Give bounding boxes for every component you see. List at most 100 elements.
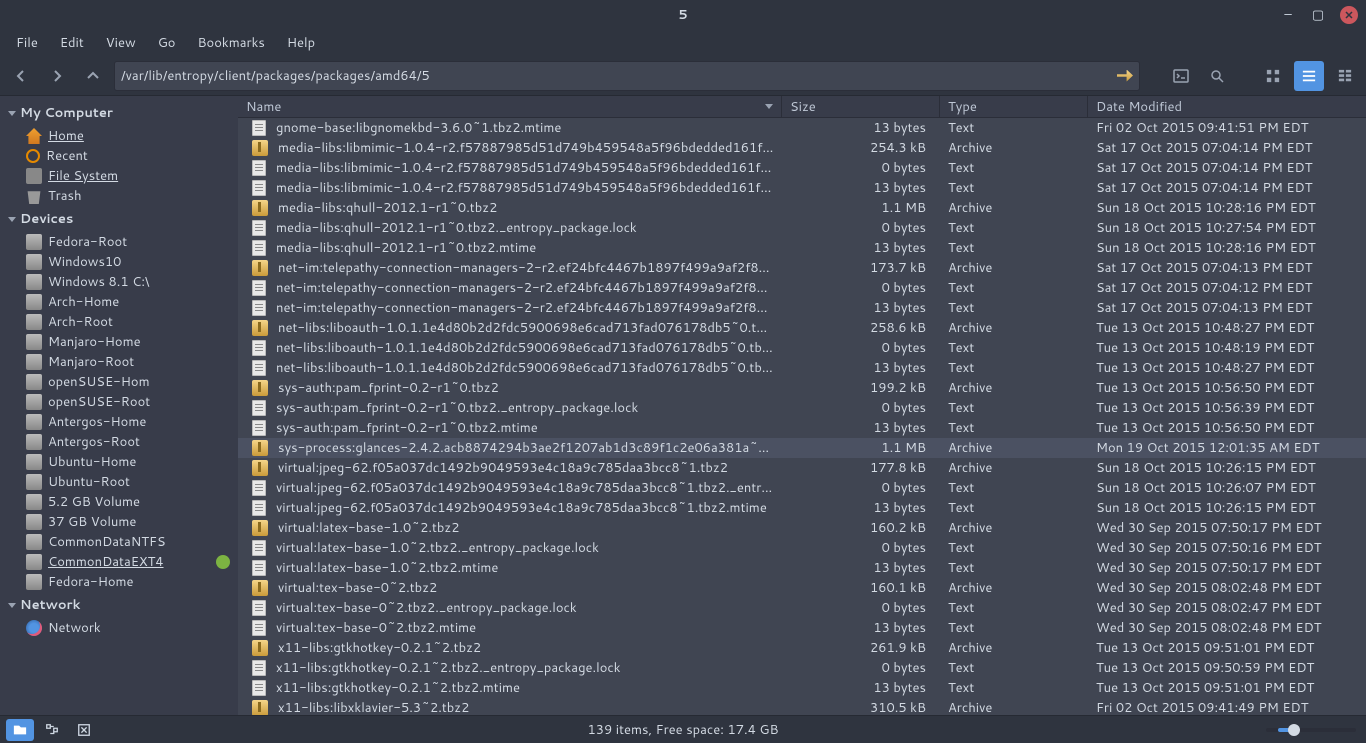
sidebar-section-devices[interactable]: Devices	[0, 206, 238, 232]
sidebar-item-file-system[interactable]: File System	[0, 166, 238, 186]
back-button[interactable]	[6, 61, 36, 91]
file-row[interactable]: media-libs:qhull-2012.1-r1~0.tbz2._entro…	[238, 218, 1366, 238]
sidebar-item-5-2-gb-volume[interactable]: 5.2 GB Volume	[0, 492, 238, 512]
file-date: Sat 17 Oct 2015 07:04:13 PM EDT	[1088, 259, 1366, 277]
file-row[interactable]: sys-process:glances-2.4.2.acb8874294b3ae…	[238, 438, 1366, 458]
sidebar-item-antergos-root[interactable]: Antergos-Root	[0, 432, 238, 452]
file-row[interactable]: x11-libs:gtkhotkey-0.2.1~2.tbz2._entropy…	[238, 658, 1366, 678]
sidebar-section-network[interactable]: Network	[0, 592, 238, 618]
drive-icon	[26, 434, 42, 450]
file-type: Text	[940, 299, 1088, 317]
file-size: 13 bytes	[782, 679, 940, 697]
sidebar-item-ubuntu-home[interactable]: Ubuntu-Home	[0, 452, 238, 472]
menu-bookmarks[interactable]: Bookmarks	[187, 31, 274, 55]
sidebar-item-commondatantfs[interactable]: CommonDataNTFS	[0, 532, 238, 552]
view-icons-button[interactable]	[1258, 61, 1288, 91]
sidebar-item-ubuntu-root[interactable]: Ubuntu-Root	[0, 472, 238, 492]
file-row[interactable]: x11-libs:libxklavier-5.3~2.tbz2310.5 kBA…	[238, 698, 1366, 715]
file-rows[interactable]: gnome-base:libgnomekbd-3.6.0~1.tbz2.mtim…	[238, 118, 1366, 715]
column-date[interactable]: Date Modified	[1088, 96, 1366, 117]
file-size: 160.2 kB	[782, 519, 940, 537]
menu-view[interactable]: View	[96, 31, 146, 55]
sidebar-item-antergos-home[interactable]: Antergos-Home	[0, 412, 238, 432]
show-places-button[interactable]	[6, 719, 34, 741]
eject-icon[interactable]	[216, 555, 230, 569]
column-type[interactable]: Type	[940, 96, 1088, 117]
file-row[interactable]: virtual:tex-base-0~2.tbz2._entropy_packa…	[238, 598, 1366, 618]
location-input[interactable]	[121, 67, 1117, 85]
sidebar-item-trash[interactable]: Trash	[0, 186, 238, 206]
file-row[interactable]: virtual:jpeg-62.f05a037dc1492b9049593e4c…	[238, 478, 1366, 498]
location-bar[interactable]	[114, 61, 1140, 91]
file-row[interactable]: x11-libs:gtkhotkey-0.2.1~2.tbz2261.9 kBA…	[238, 638, 1366, 658]
column-size[interactable]: Size	[782, 96, 940, 117]
file-row[interactable]: virtual:latex-base-1.0~2.tbz2160.2 kBArc…	[238, 518, 1366, 538]
close-button[interactable]: ✕	[1340, 6, 1358, 24]
maximize-button[interactable]: ▢	[1310, 7, 1326, 23]
view-compact-button[interactable]	[1330, 61, 1360, 91]
file-date: Tue 13 Oct 2015 10:56:50 PM EDT	[1088, 419, 1366, 437]
sidebar-item-arch-root[interactable]: Arch-Root	[0, 312, 238, 332]
sidebar-item-arch-home[interactable]: Arch-Home	[0, 292, 238, 312]
file-row[interactable]: gnome-base:libgnomekbd-3.6.0~1.tbz2.mtim…	[238, 118, 1366, 138]
file-row[interactable]: virtual:latex-base-1.0~2.tbz2._entropy_p…	[238, 538, 1366, 558]
sidebar-item-manjaro-root[interactable]: Manjaro-Root	[0, 352, 238, 372]
sidebar-item-label: 5.2 GB Volume	[48, 493, 230, 511]
file-row[interactable]: sys-auth:pam_fprint-0.2-r1~0.tbz2199.2 k…	[238, 378, 1366, 398]
sidebar-item-fedora-home[interactable]: Fedora-Home	[0, 572, 238, 592]
drive-icon	[26, 334, 42, 350]
sidebar-item-recent[interactable]: Recent	[0, 146, 238, 166]
close-sidebar-button[interactable]	[70, 719, 98, 741]
file-row[interactable]: virtual:tex-base-0~2.tbz2.mtime13 bytesT…	[238, 618, 1366, 638]
sidebar-item-commondataext4[interactable]: CommonDataEXT4	[0, 552, 238, 572]
file-row[interactable]: sys-auth:pam_fprint-0.2-r1~0.tbz2.mtime1…	[238, 418, 1366, 438]
sidebar-item-opensuse-hom[interactable]: openSUSE-Hom	[0, 372, 238, 392]
sidebar-item-fedora-root[interactable]: Fedora-Root	[0, 232, 238, 252]
sidebar-item-label: Fedora-Root	[48, 233, 230, 251]
file-row[interactable]: net-libs:liboauth-1.0.1.1e4d80b2d2fdc590…	[238, 318, 1366, 338]
file-row[interactable]: media-libs:libmimic-1.0.4-r2.f57887985d5…	[238, 138, 1366, 158]
file-row[interactable]: virtual:jpeg-62.f05a037dc1492b9049593e4c…	[238, 458, 1366, 478]
file-size: 13 bytes	[782, 119, 940, 137]
drive-icon	[26, 554, 42, 570]
sidebar-item-windows10[interactable]: Windows10	[0, 252, 238, 272]
file-type: Text	[940, 419, 1088, 437]
menu-edit[interactable]: Edit	[50, 31, 94, 55]
file-row[interactable]: virtual:jpeg-62.f05a037dc1492b9049593e4c…	[238, 498, 1366, 518]
file-row[interactable]: virtual:tex-base-0~2.tbz2160.1 kBArchive…	[238, 578, 1366, 598]
sidebar-item-37-gb-volume[interactable]: 37 GB Volume	[0, 512, 238, 532]
drive-icon	[26, 374, 42, 390]
sidebar-item-opensuse-root[interactable]: openSUSE-Root	[0, 392, 238, 412]
zoom-slider[interactable]	[1266, 728, 1356, 732]
file-row[interactable]: net-libs:liboauth-1.0.1.1e4d80b2d2fdc590…	[238, 358, 1366, 378]
file-row[interactable]: virtual:latex-base-1.0~2.tbz2.mtime13 by…	[238, 558, 1366, 578]
sidebar-section-my-computer[interactable]: My Computer	[0, 100, 238, 126]
sidebar-item-home[interactable]: Home	[0, 126, 238, 146]
file-row[interactable]: net-im:telepathy-connection-managers-2-r…	[238, 278, 1366, 298]
show-tree-button[interactable]	[38, 719, 66, 741]
file-row[interactable]: net-libs:liboauth-1.0.1.1e4d80b2d2fdc590…	[238, 338, 1366, 358]
file-row[interactable]: media-libs:qhull-2012.1-r1~0.tbz2.mtime1…	[238, 238, 1366, 258]
file-row[interactable]: media-libs:libmimic-1.0.4-r2.f57887985d5…	[238, 178, 1366, 198]
up-button[interactable]	[78, 61, 108, 91]
location-go-icon[interactable]	[1117, 70, 1133, 82]
file-row[interactable]: x11-libs:gtkhotkey-0.2.1~2.tbz2.mtime13 …	[238, 678, 1366, 698]
file-row[interactable]: media-libs:libmimic-1.0.4-r2.f57887985d5…	[238, 158, 1366, 178]
file-row[interactable]: sys-auth:pam_fprint-0.2-r1~0.tbz2._entro…	[238, 398, 1366, 418]
search-button[interactable]	[1202, 61, 1232, 91]
sidebar-item-windows-8-1-c-[interactable]: Windows 8.1 C:\	[0, 272, 238, 292]
file-row[interactable]: net-im:telepathy-connection-managers-2-r…	[238, 258, 1366, 278]
file-row[interactable]: net-im:telepathy-connection-managers-2-r…	[238, 298, 1366, 318]
column-name[interactable]: Name	[238, 96, 782, 117]
view-list-button[interactable]	[1294, 61, 1324, 91]
menu-go[interactable]: Go	[148, 31, 186, 55]
forward-button[interactable]	[42, 61, 72, 91]
menu-file[interactable]: File	[6, 31, 48, 55]
minimize-button[interactable]: –	[1280, 7, 1296, 23]
terminal-button[interactable]	[1166, 61, 1196, 91]
text-file-icon	[252, 120, 266, 136]
sidebar-item-manjaro-home[interactable]: Manjaro-Home	[0, 332, 238, 352]
sidebar-item-network[interactable]: Network	[0, 618, 238, 638]
file-row[interactable]: media-libs:qhull-2012.1-r1~0.tbz21.1 MBA…	[238, 198, 1366, 218]
menu-help[interactable]: Help	[277, 31, 325, 55]
